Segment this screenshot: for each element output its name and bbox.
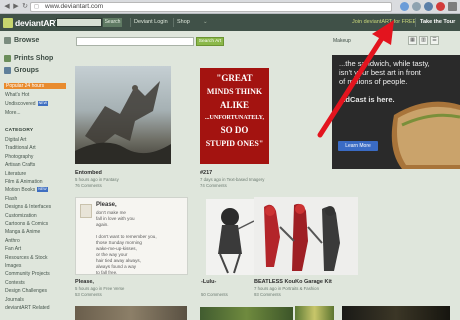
red-arrow-annotation — [317, 20, 394, 138]
